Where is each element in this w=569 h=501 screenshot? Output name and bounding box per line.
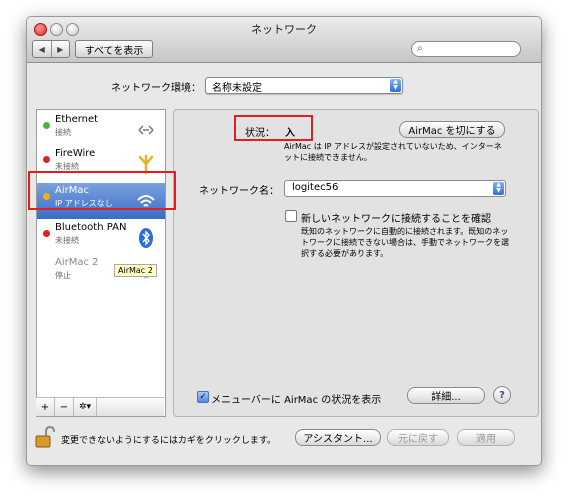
ask-to-join-checkbox[interactable] — [285, 210, 297, 222]
forward-arrow-icon[interactable]: ▶ — [50, 41, 70, 57]
service-status: 未接続 — [55, 162, 79, 171]
status-dot-red — [43, 156, 50, 163]
service-name: Ethernet — [55, 114, 99, 125]
status-description: AirMac は IP アドレスが設定されていないため、インターネットに接続でき… — [284, 142, 502, 162]
search-icon: ⌕ — [417, 43, 423, 54]
firewire-icon — [138, 154, 154, 175]
service-name: FireWire — [55, 148, 96, 159]
remove-service-button[interactable]: − — [55, 398, 74, 416]
ethernet-icon — [138, 125, 154, 135]
popup-arrows-icon: ▲ ▼ — [390, 79, 401, 92]
action-menu-button[interactable]: ✲▾ — [74, 398, 97, 416]
service-bluetooth-pan[interactable]: Bluetooth PAN 未接続 — [37, 220, 165, 256]
network-name-label: ネットワーク名： — [199, 186, 279, 197]
title-bar: ネットワーク ◀ ▶ すべてを表示 ⌕ — [27, 17, 541, 63]
back-arrow-icon[interactable]: ◀ — [33, 41, 51, 57]
assistant-button[interactable]: アシスタント... — [295, 429, 381, 446]
search-field[interactable]: ⌕ — [411, 41, 521, 57]
status-dot-green — [43, 122, 50, 129]
status-dot-red — [43, 230, 50, 237]
service-status: 停止 — [55, 271, 71, 280]
network-preferences-window: ネットワーク ◀ ▶ すべてを表示 ⌕ ネットワーク環境： 名称未設定 ▲ ▼ E… — [26, 16, 542, 466]
location-popup[interactable]: 名称未設定 ▲ ▼ — [205, 77, 403, 94]
show-in-menubar-checkbox[interactable]: ✓ — [197, 391, 209, 403]
location-label: ネットワーク環境： — [111, 83, 201, 94]
apply-button[interactable]: 適用 — [457, 429, 515, 446]
ask-to-join-label: 新しいネットワークに接続することを確認 — [301, 214, 491, 225]
wifi-icon — [137, 195, 155, 207]
network-name-popup[interactable]: logitec56 ▲ ▼ — [284, 180, 506, 197]
advanced-button[interactable]: 詳細... — [407, 387, 485, 404]
add-service-button[interactable]: + — [36, 398, 55, 416]
service-name: AirMac 2 — [55, 257, 99, 268]
service-name: Bluetooth PAN — [55, 222, 127, 233]
status-value: 入 — [285, 128, 295, 139]
lock-message: 変更できないようにするにはカギをクリックします。 — [61, 436, 277, 446]
network-name-value: logitec56 — [292, 182, 339, 193]
service-status: 未接続 — [55, 236, 79, 245]
show-in-menubar-label: メニューバーに AirMac の状況を表示 — [211, 395, 382, 406]
window-title: ネットワーク — [251, 23, 317, 36]
lock-icon[interactable] — [35, 426, 55, 448]
bluetooth-icon — [139, 228, 153, 248]
service-firewire[interactable]: FireWire 未接続 — [37, 146, 165, 182]
service-ethernet[interactable]: Ethernet 接続 — [37, 112, 165, 148]
back-forward-buttons: ◀ ▶ — [32, 40, 70, 58]
service-name: AirMac — [55, 185, 89, 196]
service-list-toolbar: + − ✲▾ — [36, 397, 164, 416]
service-status: IP アドレスなし — [55, 199, 113, 208]
status-label: 状況： — [245, 128, 275, 139]
status-dot-yellow — [43, 193, 50, 200]
ask-to-join-description: 既知のネットワークに自動的に接続されます。既知のネットワークに接続できない場合は… — [301, 227, 509, 258]
popup-arrows-icon: ▲ ▼ — [493, 182, 504, 195]
help-button[interactable]: ? — [493, 386, 511, 404]
service-list: Ethernet 接続 FireWire 未接続 AirMac IP アドレスな… — [36, 109, 166, 417]
turn-airmac-off-button[interactable]: AirMac を切にする — [399, 121, 505, 138]
service-status: 接続 — [55, 128, 71, 137]
show-all-button[interactable]: すべてを表示 — [75, 40, 153, 58]
service-airmac[interactable]: AirMac IP アドレスなし — [37, 183, 165, 219]
revert-button[interactable]: 元に戻す — [387, 429, 449, 446]
location-value: 名称未設定 — [212, 83, 262, 94]
tooltip: AirMac 2 — [114, 264, 157, 277]
